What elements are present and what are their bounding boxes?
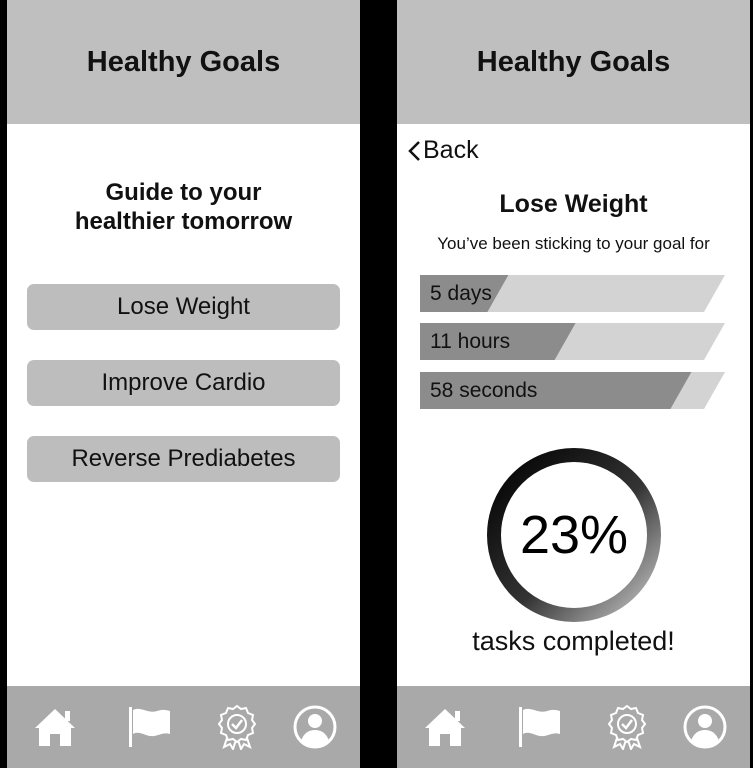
award-badge-icon bbox=[217, 704, 257, 750]
guide-heading-line-2: healthier tomorrow bbox=[74, 208, 293, 235]
goals-list-screen: Healthy Goals Guide to your healthier to… bbox=[7, 0, 360, 768]
bottom-nav bbox=[397, 686, 750, 768]
chevron-left-icon bbox=[408, 140, 420, 161]
nav-achievements-button[interactable] bbox=[214, 704, 260, 750]
streak-bar-hours: 11 hours bbox=[417, 323, 725, 360]
nav-home-button[interactable] bbox=[422, 704, 468, 750]
app-title: Healthy Goals bbox=[476, 45, 671, 78]
goal-title: Lose Weight bbox=[499, 190, 648, 218]
nav-profile-button[interactable] bbox=[292, 704, 338, 750]
lose-weight-button[interactable]: Lose Weight bbox=[27, 284, 340, 330]
award-badge-icon bbox=[607, 704, 647, 750]
progress-ring: 23% bbox=[485, 446, 663, 624]
nav-profile-button[interactable] bbox=[682, 704, 728, 750]
streak-bar-seconds: 58 seconds bbox=[417, 372, 725, 409]
streak-label-seconds: 58 seconds bbox=[430, 379, 538, 402]
bottom-nav bbox=[7, 686, 360, 768]
nav-home-button[interactable] bbox=[32, 704, 78, 750]
improve-cardio-button[interactable]: Improve Cardio bbox=[27, 360, 340, 406]
streak-subtitle: You’ve been sticking to your goal for bbox=[437, 234, 710, 253]
home-icon bbox=[425, 709, 465, 746]
home-icon bbox=[35, 709, 75, 746]
flag-icon bbox=[519, 707, 560, 747]
back-label: Back bbox=[423, 136, 479, 164]
flag-icon bbox=[129, 707, 170, 747]
reverse-prediabetes-button[interactable]: Reverse Prediabetes bbox=[27, 436, 340, 482]
streak-label-hours: 11 hours bbox=[430, 330, 511, 353]
streak-bar-days: 5 days bbox=[417, 275, 725, 312]
tasks-completed-label: tasks completed! bbox=[472, 626, 675, 656]
progress-percent: 23% bbox=[519, 505, 629, 565]
back-button[interactable]: Back bbox=[407, 136, 479, 165]
streak-label-days: 5 days bbox=[430, 282, 492, 305]
goal-detail-screen: Healthy Goals Back Lose Weight You’ve be… bbox=[397, 0, 750, 768]
profile-icon bbox=[683, 705, 727, 749]
nav-goals-button[interactable] bbox=[516, 704, 562, 750]
guide-heading-line-1: Guide to your bbox=[105, 179, 262, 206]
nav-goals-button[interactable] bbox=[126, 704, 172, 750]
guide-heading: Guide to your healthier tomorrow bbox=[7, 178, 360, 236]
nav-achievements-button[interactable] bbox=[604, 704, 650, 750]
profile-icon bbox=[293, 705, 337, 749]
app-header: Healthy Goals bbox=[7, 0, 360, 124]
app-title: Healthy Goals bbox=[86, 45, 281, 78]
app-header: Healthy Goals bbox=[397, 0, 750, 124]
